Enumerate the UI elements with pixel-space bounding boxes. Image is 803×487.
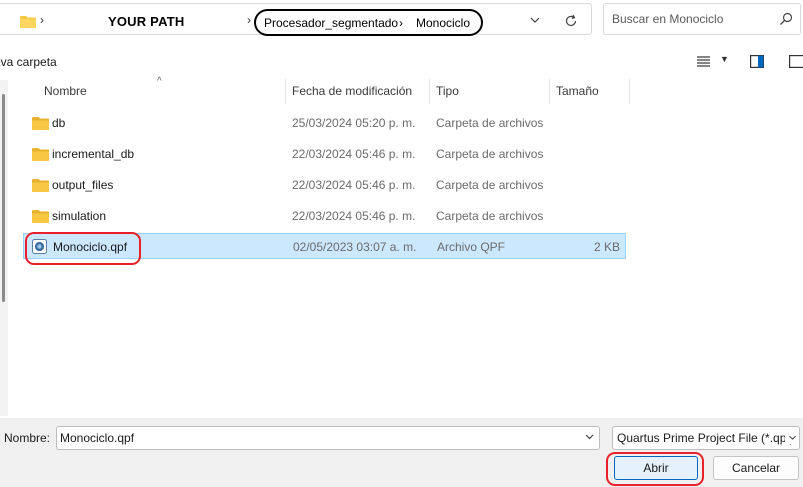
navigation-pane-scrollbar[interactable] — [0, 80, 8, 416]
table-row[interactable]: output_files 22/03/2024 05:46 p. m. Carp… — [23, 172, 626, 198]
column-divider[interactable] — [429, 79, 430, 104]
breadcrumb-item-procesador[interactable]: Procesador_segmentado — [264, 16, 398, 30]
chevron-down-icon[interactable] — [785, 431, 798, 444]
file-list: ^ Nombre Fecha de modificación Tipo Tama… — [10, 76, 803, 417]
column-header-size[interactable]: Tamaño — [556, 84, 599, 98]
breadcrumb-item-monociclo[interactable]: Monociclo — [416, 16, 470, 30]
scrollbar-thumb[interactable] — [2, 94, 5, 302]
folder-icon — [20, 16, 36, 28]
file-date: 22/03/2024 05:46 p. m. — [292, 209, 416, 223]
file-type: Carpeta de archivos — [436, 209, 544, 223]
file-name: incremental_db — [52, 147, 135, 161]
folder-icon — [32, 179, 49, 192]
file-type-value: Quartus Prime Project File (*.qpf) — [617, 431, 794, 445]
chevron-down-icon[interactable] — [529, 14, 541, 26]
breadcrumb: Procesador_segmentado › Monociclo — [254, 9, 483, 36]
open-button[interactable]: Abrir — [614, 456, 698, 480]
file-type: Carpeta de archivos — [436, 147, 544, 161]
column-header-type[interactable]: Tipo — [436, 84, 459, 98]
chevron-down-icon[interactable] — [584, 431, 595, 442]
address-bar[interactable]: › YOUR PATH › Procesador_segmentado › Mo… — [0, 3, 592, 36]
dialog-footer: Nombre: Quartus Prime Project File (*.qp… — [0, 418, 803, 487]
file-date: 02/05/2023 03:07 a. m. — [293, 240, 417, 254]
file-name: Monociclo.qpf — [53, 240, 128, 254]
table-row[interactable]: db 25/03/2024 05:20 p. m. Carpeta de arc… — [23, 110, 626, 136]
folder-icon — [32, 148, 49, 161]
file-name-label: Nombre: — [4, 431, 51, 445]
file-type: Archivo QPF — [437, 240, 506, 254]
search-box[interactable] — [603, 3, 801, 35]
column-divider[interactable] — [549, 79, 550, 104]
caret-down-icon[interactable]: ▼ — [720, 54, 729, 64]
path-placeholder-label: YOUR PATH — [108, 14, 185, 29]
folder-icon — [32, 210, 49, 223]
file-name: db — [52, 116, 66, 130]
column-header-date[interactable]: Fecha de modificación — [292, 84, 412, 98]
column-divider[interactable] — [629, 79, 630, 104]
search-icon[interactable] — [779, 12, 793, 26]
file-date: 22/03/2024 05:46 p. m. — [292, 178, 416, 192]
pane-toggle-icon[interactable] — [789, 55, 803, 68]
quartus-project-icon — [32, 239, 47, 254]
chevron-right-icon[interactable]: › — [247, 13, 251, 27]
file-date: 22/03/2024 05:46 p. m. — [292, 147, 416, 161]
file-name: output_files — [52, 178, 114, 192]
table-row-selected[interactable]: Monociclo.qpf 02/05/2023 03:07 a. m. Arc… — [23, 233, 626, 259]
chevron-right-icon[interactable]: › — [40, 13, 44, 27]
column-header-row: ^ Nombre Fecha de modificación Tipo Tama… — [10, 76, 803, 104]
file-type: Carpeta de archivos — [436, 178, 544, 192]
search-input[interactable] — [612, 11, 772, 27]
toolbar: eva carpeta ▼ — [0, 46, 803, 78]
file-name: simulation — [52, 209, 107, 223]
column-header-name[interactable]: Nombre — [44, 84, 87, 98]
file-size: 2 KB — [593, 240, 620, 254]
address-row: › YOUR PATH › Procesador_segmentado › Mo… — [0, 0, 803, 40]
table-row[interactable]: incremental_db 22/03/2024 05:46 p. m. Ca… — [23, 141, 626, 167]
preview-pane-icon[interactable] — [750, 55, 764, 68]
refresh-icon[interactable] — [564, 14, 578, 28]
breadcrumb-separator[interactable]: › — [399, 16, 403, 30]
folder-icon — [32, 117, 49, 130]
file-name-input[interactable] — [60, 430, 570, 446]
file-type-select[interactable]: Quartus Prime Project File (*.qpf) — [612, 426, 800, 450]
view-options-icon[interactable] — [697, 56, 710, 67]
new-folder-button[interactable]: eva carpeta — [0, 55, 57, 69]
table-row[interactable]: simulation 22/03/2024 05:46 p. m. Carpet… — [23, 203, 626, 229]
column-divider[interactable] — [285, 79, 286, 104]
file-date: 25/03/2024 05:20 p. m. — [292, 116, 416, 130]
sort-ascending-icon: ^ — [157, 76, 162, 87]
file-type: Carpeta de archivos — [436, 116, 544, 130]
file-name-field[interactable] — [56, 426, 600, 450]
cancel-button[interactable]: Cancelar — [713, 456, 799, 480]
